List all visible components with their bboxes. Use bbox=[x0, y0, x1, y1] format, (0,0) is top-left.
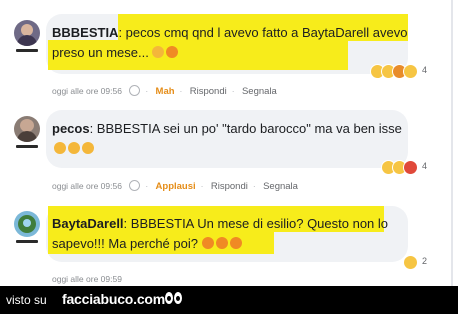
report-link[interactable]: Segnala bbox=[242, 86, 277, 97]
brand-name: facciabuco.com bbox=[62, 291, 166, 307]
eyes-logo-icon bbox=[165, 291, 183, 309]
react-smiley-icon[interactable] bbox=[129, 85, 141, 96]
smile-emoji-icon bbox=[152, 46, 165, 58]
avatar[interactable] bbox=[14, 20, 40, 46]
laugh-react-icon bbox=[403, 255, 418, 270]
crazy-emoji-icon bbox=[68, 142, 80, 154]
comment-meta: oggi alle ore 09:56 · Applausi · Rispondi… bbox=[52, 180, 298, 192]
comment-author[interactable]: BBBESTIA bbox=[52, 25, 118, 40]
avatar[interactable] bbox=[14, 211, 40, 237]
reaction-label[interactable]: Applausi bbox=[156, 181, 196, 192]
reaction-count: 2 bbox=[421, 256, 427, 266]
kiss-emoji-icon bbox=[166, 46, 179, 58]
reaction-count: 4 bbox=[421, 161, 427, 171]
comment-text: BBBESTIA: pecos cmq qnd l avevo fatto a … bbox=[52, 22, 408, 43]
scrollbar[interactable] bbox=[451, 0, 453, 286]
report-link[interactable]: Segnala bbox=[263, 181, 298, 192]
watermark-bar: visto su facciabuco.com bbox=[0, 286, 458, 314]
pout-emoji-icon bbox=[201, 237, 214, 249]
comment-text-line2: preso un mese... bbox=[52, 42, 180, 63]
comment-time: oggi alle ore 09:59 bbox=[52, 274, 122, 284]
pout-emoji-icon bbox=[229, 237, 242, 249]
comment-meta: oggi alle ore 09:56 · Mah · Rispondi · Seg… bbox=[52, 85, 277, 97]
comment-time: oggi alle ore 09:56 bbox=[52, 86, 122, 96]
comment-text-line2: sapevo!!! Ma perché poi? bbox=[52, 233, 244, 254]
pout-emoji-icon bbox=[215, 237, 228, 249]
visto-su-label: visto su bbox=[6, 293, 47, 307]
comment-line: : BBBESTIA Un mese di esilio? Questo non… bbox=[123, 216, 389, 231]
comment-author[interactable]: pecos bbox=[52, 121, 90, 136]
comment-text: pecos: BBBESTIA sei un po' "tardo barocc… bbox=[52, 118, 402, 139]
comment-line: preso un mese... bbox=[52, 45, 149, 60]
comment-line: : BBBESTIA sei un po' "tardo barocco" ma… bbox=[89, 121, 402, 136]
comment-line: : pecos cmq qnd l avevo fatto a BaytaDar… bbox=[118, 25, 408, 40]
comment-time: oggi alle ore 09:56 bbox=[52, 181, 122, 191]
avatar-underline bbox=[16, 49, 38, 52]
reply-link[interactable]: Rispondi bbox=[211, 181, 248, 192]
avatar[interactable] bbox=[14, 116, 40, 142]
crazy-emoji-icon bbox=[54, 142, 66, 154]
reactions-summary[interactable]: 4 bbox=[381, 160, 427, 175]
reaction-label[interactable]: Mah bbox=[156, 86, 175, 97]
comment-author[interactable]: BaytaDarell bbox=[52, 216, 124, 231]
comment-text: BaytaDarell: BBBESTIA Un mese di esilio?… bbox=[52, 213, 388, 234]
avatar-underline bbox=[16, 240, 38, 243]
meh-react-icon bbox=[403, 64, 418, 79]
avatar-underline bbox=[16, 145, 38, 148]
react-smiley-icon[interactable] bbox=[129, 180, 141, 191]
reactions-summary[interactable]: 2 bbox=[403, 255, 427, 270]
reply-link[interactable]: Rispondi bbox=[190, 86, 227, 97]
comment-meta: oggi alle ore 09:59 bbox=[52, 274, 127, 284]
grin-react-icon bbox=[403, 160, 418, 175]
crazy-emoji-icon bbox=[82, 142, 94, 154]
comment-line: sapevo!!! Ma perché poi? bbox=[52, 236, 198, 251]
reactions-summary[interactable]: 4 bbox=[370, 64, 427, 79]
reaction-count: 4 bbox=[421, 65, 427, 75]
comment-emoji-line bbox=[54, 138, 96, 159]
